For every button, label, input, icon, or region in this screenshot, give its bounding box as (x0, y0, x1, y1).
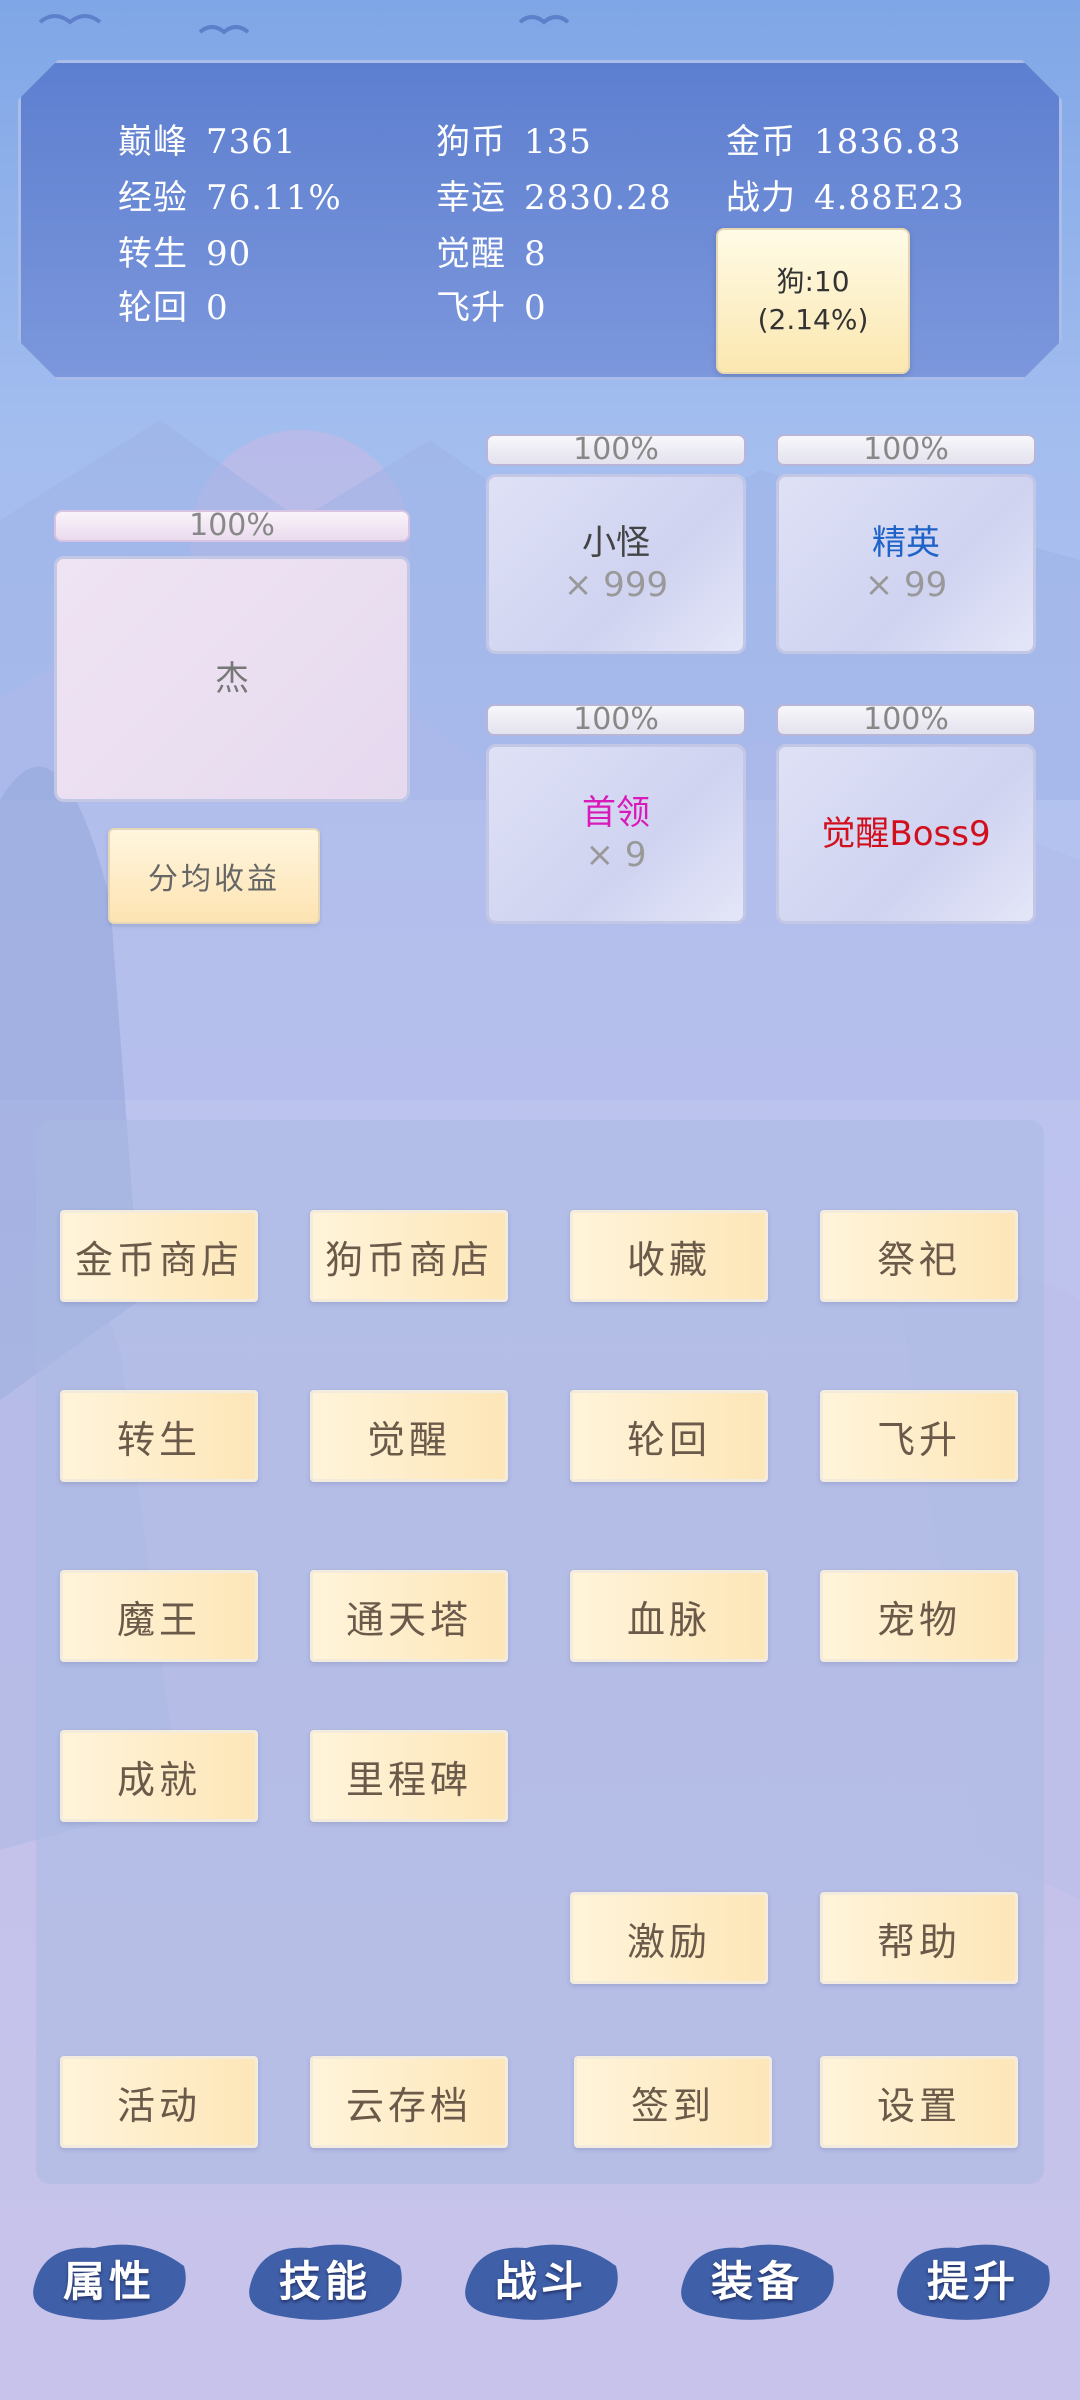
stat-rebirth: 转生 90 (118, 234, 252, 274)
enemy-count: × 99 (864, 565, 948, 605)
enemy-hp-bar: 100% (776, 434, 1036, 466)
player-card[interactable]: 杰 (54, 556, 410, 802)
enemy-hp-bar: 100% (486, 704, 746, 736)
sky-tower-button[interactable]: 通天塔 (310, 1570, 508, 1662)
dog-shop-button[interactable]: 狗币商店 (310, 1210, 508, 1302)
enemy-hp-bar: 100% (486, 434, 746, 466)
event-button[interactable]: 活动 (60, 2056, 258, 2148)
cloud-save-button[interactable]: 云存档 (310, 2056, 508, 2148)
gold-shop-button[interactable]: 金币商店 (60, 1210, 258, 1302)
demon-king-button[interactable]: 魔王 (60, 1570, 258, 1662)
dog-summary-button[interactable]: 狗:10 (2.14%) (716, 228, 910, 374)
dog-percent: (2.14%) (757, 303, 869, 336)
achievement-button[interactable]: 成就 (60, 1730, 258, 1822)
enemy-hp-bar: 100% (776, 704, 1036, 736)
nav-upgrade[interactable]: 提升 (888, 2226, 1058, 2330)
enemy-count: × 9 (585, 835, 647, 875)
share-income-button[interactable]: 分均收益 (108, 828, 320, 924)
stat-awaken: 觉醒 8 (436, 234, 547, 274)
enemy-name: 小怪 (582, 523, 650, 563)
stat-dog-coin: 狗币 135 (436, 122, 592, 162)
rebirth-button[interactable]: 转生 (60, 1390, 258, 1482)
ascend-button[interactable]: 飞升 (820, 1390, 1018, 1482)
enemy-card-awaken-boss[interactable]: 觉醒Boss9 (776, 744, 1036, 924)
stat-luck: 幸运 2830.28 (436, 178, 672, 218)
stat-gold: 金币 1836.83 (726, 122, 962, 162)
player-hp-bar: 100% (54, 510, 410, 542)
nav-skills[interactable]: 技能 (240, 2226, 410, 2330)
enemy-card-minion[interactable]: 小怪 × 999 (486, 474, 746, 654)
settings-button[interactable]: 设置 (820, 2056, 1018, 2148)
nav-attributes[interactable]: 属性 (24, 2226, 194, 2330)
enemy-name: 精英 (872, 523, 940, 563)
player-name: 杰 (215, 659, 249, 699)
stat-reincarnation: 轮回 0 (118, 288, 229, 328)
stat-peak: 巅峰 7361 (118, 122, 297, 162)
collection-button[interactable]: 收藏 (570, 1210, 768, 1302)
enemy-card-elite[interactable]: 精英 × 99 (776, 474, 1036, 654)
enemy-card-boss[interactable]: 首领 × 9 (486, 744, 746, 924)
enemy-name: 首领 (582, 793, 650, 833)
bloodline-button[interactable]: 血脉 (570, 1570, 768, 1662)
enemy-name: 觉醒Boss9 (821, 814, 991, 854)
nav-battle[interactable]: 战斗 (456, 2226, 626, 2330)
awaken-button[interactable]: 觉醒 (310, 1390, 508, 1482)
stat-exp: 经验 76.11% (118, 178, 342, 218)
enemy-count: × 999 (563, 565, 669, 605)
stat-ascend: 飞升 0 (436, 288, 547, 328)
dog-count: 狗:10 (776, 265, 850, 298)
sacrifice-button[interactable]: 祭祀 (820, 1210, 1018, 1302)
stat-power: 战力 4.88E23 (726, 178, 965, 218)
reincarnation-button[interactable]: 轮回 (570, 1390, 768, 1482)
milestone-button[interactable]: 里程碑 (310, 1730, 508, 1822)
sign-in-button[interactable]: 签到 (574, 2056, 772, 2148)
nav-equipment[interactable]: 装备 (672, 2226, 842, 2330)
help-button[interactable]: 帮助 (820, 1892, 1018, 1984)
pet-button[interactable]: 宠物 (820, 1570, 1018, 1662)
incentive-button[interactable]: 激励 (570, 1892, 768, 1984)
